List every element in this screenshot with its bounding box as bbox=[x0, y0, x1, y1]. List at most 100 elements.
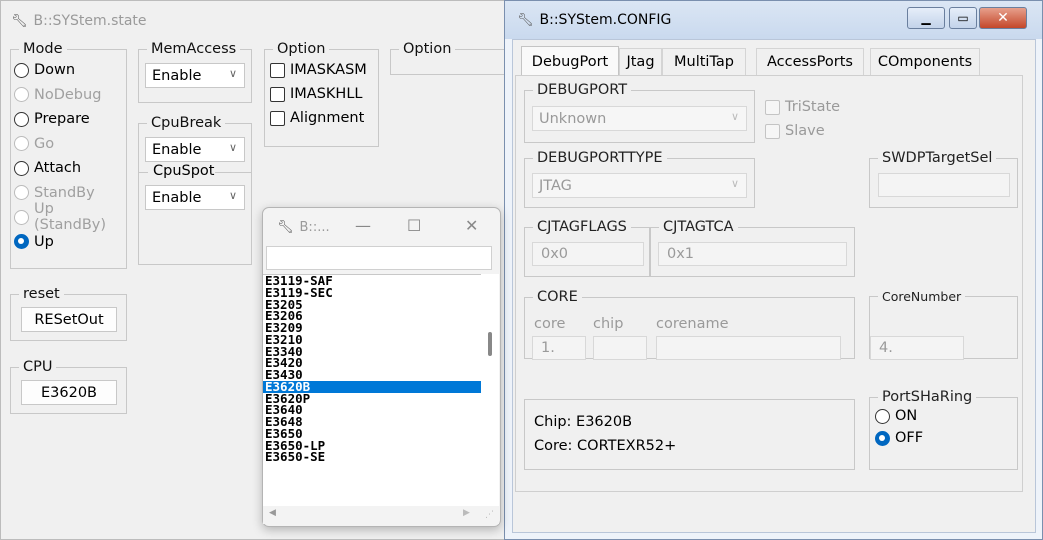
checkbox-alignment[interactable]: Alignment bbox=[270, 106, 378, 130]
swdptargetsel-field[interactable] bbox=[878, 173, 1010, 197]
chevron-down-icon: ∨ bbox=[228, 67, 237, 80]
mode-radio-label: Down bbox=[34, 62, 76, 79]
option2-group: Option bbox=[390, 41, 520, 75]
minimize-icon: ▁ bbox=[921, 11, 931, 25]
cpubreak-select[interactable]: Enable ∨ bbox=[145, 137, 245, 162]
divider bbox=[215, 172, 252, 173]
cpu-list[interactable]: E3119-SAF E3119-SEC E3205 E3206 E3209 E3210 E3… bbox=[263, 274, 481, 506]
mode-radio-up-standby: Up (StandBy) bbox=[14, 201, 126, 233]
core-legend: CORE bbox=[537, 289, 578, 305]
tristate-checkbox[interactable]: TriState bbox=[765, 96, 840, 118]
list-item[interactable]: E3650-SE bbox=[263, 451, 481, 463]
corenumber-field[interactable]: 4. bbox=[870, 336, 964, 360]
radio-button[interactable] bbox=[14, 234, 29, 250]
cpu-legend: CPU bbox=[23, 359, 53, 375]
debugporttype-select[interactable]: JTAG ∨ bbox=[532, 173, 747, 198]
corename-field[interactable] bbox=[656, 336, 841, 360]
slave-checkbox[interactable]: Slave bbox=[765, 120, 825, 142]
resize-grip-icon[interactable]: ⋰ bbox=[485, 510, 494, 520]
minimize-button[interactable]: ▁ bbox=[907, 7, 945, 29]
horizontal-scrollbar[interactable]: ◀ ▶ ⋰ bbox=[263, 506, 499, 524]
memaccess-value: Enable bbox=[152, 67, 202, 84]
cjtagtca-field[interactable]: 0x1 bbox=[658, 242, 847, 266]
mode-radio-label: NoDebug bbox=[34, 86, 102, 103]
checkbox-box[interactable] bbox=[270, 110, 285, 126]
memaccess-select[interactable]: Enable ∨ bbox=[145, 63, 245, 88]
debugport-select[interactable]: Unknown ∨ bbox=[532, 106, 747, 131]
chip-field[interactable] bbox=[593, 336, 647, 360]
window-title: B::SYStem.state bbox=[33, 13, 147, 29]
portsharing-legend: PortSHaRing bbox=[882, 389, 973, 405]
core-column-label: core bbox=[534, 316, 566, 332]
debugport-tab-panel: DEBUGPORT Unknown ∨ TriState Slave DEBUG… bbox=[515, 75, 1023, 492]
core-field[interactable]: 1. bbox=[532, 336, 586, 360]
checkbox-box[interactable] bbox=[270, 86, 285, 102]
checkbox-imaskasm[interactable]: IMASKASM bbox=[270, 58, 378, 82]
portsharing-radio-on[interactable]: ON bbox=[875, 405, 1017, 427]
radio-button[interactable] bbox=[875, 430, 890, 446]
checkbox-box bbox=[765, 99, 780, 115]
scroll-left-icon[interactable]: ◀ bbox=[269, 508, 276, 518]
checkbox-label: Alignment bbox=[290, 110, 365, 126]
checkbox-box bbox=[765, 123, 780, 139]
chevron-down-icon: ∨ bbox=[730, 110, 739, 123]
close-button[interactable]: ✕ bbox=[465, 216, 478, 235]
scrollbar-thumb[interactable] bbox=[488, 332, 492, 356]
maximize-button[interactable]: ▭ bbox=[949, 7, 977, 29]
checkbox-box[interactable] bbox=[270, 62, 285, 78]
cpuspot-legend: CpuSpot bbox=[151, 163, 217, 179]
wrench-icon: 🔧︎ bbox=[517, 12, 534, 28]
chip-column-label: chip bbox=[593, 316, 624, 332]
portsharing-radio-off[interactable]: OFF bbox=[875, 427, 1017, 449]
close-button[interactable]: ✕ bbox=[979, 7, 1027, 29]
tab-jtag[interactable]: Jtag bbox=[619, 48, 662, 75]
memaccess-legend: MemAccess bbox=[151, 41, 237, 57]
mode-radio-label: Go bbox=[34, 135, 55, 152]
wrench-icon: 🔧︎ bbox=[277, 219, 294, 235]
chip-info: Chip: E3620B bbox=[534, 414, 633, 430]
mode-group: Mode Down NoDebug Prepare Go Attach StandBy Up… bbox=[10, 41, 127, 269]
cpuspot-select[interactable]: Enable ∨ bbox=[145, 185, 245, 210]
corenumber-legend: CoreNumber bbox=[882, 289, 962, 304]
debugport-legend: DEBUGPORT bbox=[537, 82, 628, 98]
mode-radio-down[interactable]: Down bbox=[14, 58, 126, 83]
cpu-select-button[interactable]: E3620B bbox=[21, 380, 117, 405]
mode-radio-prepare[interactable]: Prepare bbox=[14, 107, 126, 132]
corename-column-label: corename bbox=[656, 316, 729, 332]
radio-button[interactable] bbox=[14, 62, 29, 78]
portsharing-radio-label: ON bbox=[895, 408, 918, 424]
swdptargetsel-legend: SWDPTargetSel bbox=[882, 150, 993, 166]
slave-label: Slave bbox=[785, 123, 825, 139]
resetout-button[interactable]: RESetOut bbox=[21, 307, 117, 332]
portsharing-group: PortSHaRing ON OFF bbox=[869, 389, 1018, 470]
radio-button[interactable] bbox=[14, 160, 29, 176]
divider bbox=[138, 172, 148, 173]
mode-radio-list: Down NoDebug Prepare Go Attach StandBy Up (Sta… bbox=[11, 57, 126, 254]
radio-button[interactable] bbox=[14, 111, 29, 127]
mode-radio-label: Prepare bbox=[34, 111, 90, 128]
maximize-icon: ▭ bbox=[957, 11, 969, 25]
list-search-input[interactable] bbox=[266, 246, 492, 270]
tab-components[interactable]: COmponents bbox=[870, 48, 980, 75]
cpuspot-value: Enable bbox=[152, 189, 202, 206]
mode-radio-attach[interactable]: Attach bbox=[14, 156, 126, 181]
tab-accessports[interactable]: AccessPorts bbox=[756, 48, 864, 75]
checkbox-label: IMASKHLL bbox=[290, 86, 363, 102]
chevron-down-icon: ∨ bbox=[228, 189, 237, 202]
checkbox-imaskhll[interactable]: IMASKHLL bbox=[270, 82, 378, 106]
cjtagflags-field[interactable]: 0x0 bbox=[532, 242, 644, 266]
debugporttype-value: JTAG bbox=[539, 177, 572, 194]
state-titlebar[interactable]: 🔧︎ B::SYStem.state bbox=[1, 1, 507, 41]
reset-legend: reset bbox=[23, 286, 60, 302]
tab-debugport[interactable]: DebugPort bbox=[521, 46, 619, 76]
wrench-icon: 🔧︎ bbox=[11, 13, 28, 29]
minimize-button[interactable]: — bbox=[355, 216, 371, 235]
debugport-value: Unknown bbox=[539, 110, 607, 127]
vertical-scrollbar[interactable] bbox=[481, 274, 499, 506]
radio-button[interactable] bbox=[875, 408, 890, 424]
maximize-button[interactable]: ☐ bbox=[407, 216, 421, 235]
tab-multitap[interactable]: MultiTap bbox=[662, 48, 746, 75]
scroll-right-icon[interactable]: ▶ bbox=[463, 508, 470, 518]
mode-legend: Mode bbox=[23, 41, 63, 57]
portsharing-radio-label: OFF bbox=[895, 430, 924, 446]
